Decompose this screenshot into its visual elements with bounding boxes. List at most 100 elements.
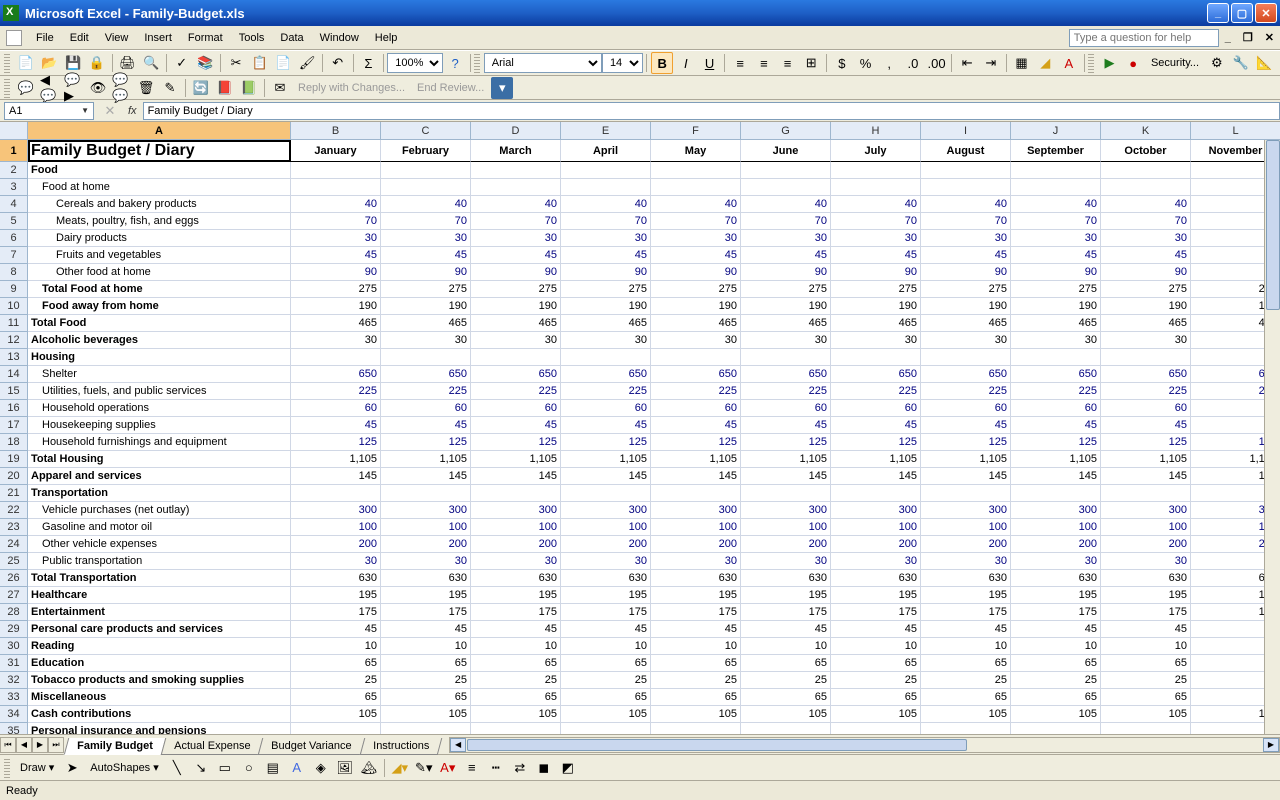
cell-K4[interactable]: 40 [1101,196,1191,213]
cell-K20[interactable]: 145 [1101,468,1191,485]
row-header-8[interactable]: 8 [0,264,28,281]
cell-I11[interactable]: 465 [921,315,1011,332]
cell-H27[interactable]: 195 [831,587,921,604]
cell-I35[interactable] [921,723,1011,734]
cell-C27[interactable]: 195 [381,587,471,604]
row-header-9[interactable]: 9 [0,281,28,298]
help-button[interactable]: ? [444,52,466,74]
cell-D28[interactable]: 175 [471,604,561,621]
cell-H9[interactable]: 275 [831,281,921,298]
cell-G3[interactable] [741,179,831,196]
macro-play-button[interactable]: ▶ [1099,52,1121,74]
cell-G26[interactable]: 630 [741,570,831,587]
cell-J22[interactable]: 300 [1011,502,1101,519]
cell-H5[interactable]: 70 [831,213,921,230]
spellcheck-button[interactable]: ✓ [171,52,193,74]
column-header-E[interactable]: E [561,122,651,140]
menu-file[interactable]: File [28,29,62,47]
cell-C32[interactable]: 25 [381,672,471,689]
format-painter-button[interactable]: 🖌 [296,52,318,74]
cell-E29[interactable]: 45 [561,621,651,638]
cell-B28[interactable]: 175 [291,604,381,621]
column-header-B[interactable]: B [291,122,381,140]
design-mode-button[interactable]: 📐 [1253,52,1275,74]
cell-C33[interactable]: 65 [381,689,471,706]
cell-C13[interactable] [381,349,471,366]
cell-D2[interactable] [471,162,561,179]
cell-C35[interactable] [381,723,471,734]
track-changes-button[interactable]: 🔄 [190,77,212,99]
print-preview-button[interactable]: 🔍 [140,52,162,74]
toolbar-grip[interactable] [4,53,10,73]
cell-K9[interactable]: 275 [1101,281,1191,298]
column-header-A[interactable]: A [28,122,291,140]
cell-C4[interactable]: 40 [381,196,471,213]
cell-B3[interactable] [291,179,381,196]
cell-F25[interactable]: 30 [651,553,741,570]
cell-G30[interactable]: 10 [741,638,831,655]
cell-K16[interactable]: 60 [1101,400,1191,417]
sheet-tab-budget-variance[interactable]: Budget Variance [258,738,365,755]
toolbar-grip[interactable] [1088,53,1094,73]
3d-button[interactable]: ◩ [557,757,579,779]
cell-D32[interactable]: 25 [471,672,561,689]
cell-C18[interactable]: 125 [381,434,471,451]
cell-G4[interactable]: 40 [741,196,831,213]
cell-F3[interactable] [651,179,741,196]
scroll-right-button[interactable]: ▶ [1263,738,1279,752]
wordart-button[interactable]: A [286,757,308,779]
cell-F21[interactable] [651,485,741,502]
cell-K15[interactable]: 225 [1101,383,1191,400]
cell-A30[interactable]: Reading [28,638,291,655]
cell-E6[interactable]: 30 [561,230,651,247]
close-button[interactable]: ✕ [1255,3,1277,23]
select-objects-button[interactable]: ➤ [61,757,83,779]
cell-D8[interactable]: 90 [471,264,561,281]
prev-comment-button[interactable]: ◀💬 [39,77,61,99]
cell-K2[interactable] [1101,162,1191,179]
menu-edit[interactable]: Edit [62,29,97,47]
cell-B25[interactable]: 30 [291,553,381,570]
cell-G6[interactable]: 30 [741,230,831,247]
cell-C6[interactable]: 30 [381,230,471,247]
cell-K26[interactable]: 630 [1101,570,1191,587]
column-header-H[interactable]: H [831,122,921,140]
cell-B26[interactable]: 630 [291,570,381,587]
cell-K10[interactable]: 190 [1101,298,1191,315]
cell-D15[interactable]: 225 [471,383,561,400]
cell-A25[interactable]: Public transportation [28,553,291,570]
cell-B29[interactable]: 45 [291,621,381,638]
column-header-D[interactable]: D [471,122,561,140]
line-color-button[interactable]: ✎▾ [413,757,435,779]
cell-E20[interactable]: 145 [561,468,651,485]
increase-decimal-button[interactable]: .0 [902,52,924,74]
decrease-indent-button[interactable]: ⇤ [956,52,978,74]
menu-format[interactable]: Format [180,29,231,47]
fontsize-select[interactable]: 14 [602,53,643,73]
cell-K19[interactable]: 1,105 [1101,451,1191,468]
scroll-thumb[interactable] [467,739,967,751]
cell-B17[interactable]: 45 [291,417,381,434]
column-header-G[interactable]: G [741,122,831,140]
cell-E19[interactable]: 1,105 [561,451,651,468]
cell-B30[interactable]: 10 [291,638,381,655]
first-tab-button[interactable]: ⏮ [0,737,16,753]
cell-B16[interactable]: 60 [291,400,381,417]
cell-J35[interactable] [1011,723,1101,734]
cell-C21[interactable] [381,485,471,502]
cell-H16[interactable]: 60 [831,400,921,417]
cell-J2[interactable] [1011,162,1101,179]
cell-K23[interactable]: 100 [1101,519,1191,536]
cell-A2[interactable]: Food [28,162,291,179]
row-header-22[interactable]: 22 [0,502,28,519]
cell-K11[interactable]: 465 [1101,315,1191,332]
cell-H23[interactable]: 100 [831,519,921,536]
cell-I3[interactable] [921,179,1011,196]
row-header-28[interactable]: 28 [0,604,28,621]
cell-J25[interactable]: 30 [1011,553,1101,570]
cell-A12[interactable]: Alcoholic beverages [28,332,291,349]
toolbar-grip[interactable] [4,758,10,778]
cell-H32[interactable]: 25 [831,672,921,689]
row-header-7[interactable]: 7 [0,247,28,264]
column-header-I[interactable]: I [921,122,1011,140]
